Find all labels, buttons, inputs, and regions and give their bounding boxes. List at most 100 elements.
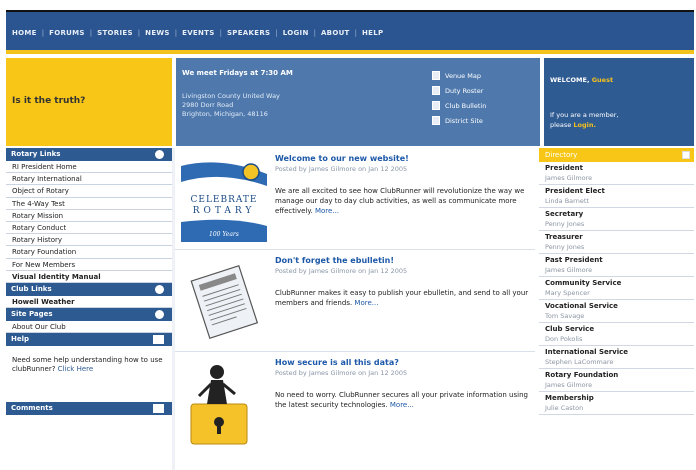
sidebar-item-about-our-club[interactable]: About Our Club <box>6 321 172 334</box>
post-title[interactable]: Welcome to our new website! <box>275 154 409 163</box>
nav-forums[interactable]: FORUMS <box>49 29 85 37</box>
nav-speakers[interactable]: SPEAKERS <box>227 29 270 37</box>
district-site-link[interactable]: District Site <box>432 113 486 128</box>
comments-header[interactable]: Comments <box>6 402 172 416</box>
main-content: CELEBRATE ROTARY 100 Years Welcome to ou… <box>175 148 535 470</box>
directory-role: Secretary <box>545 210 584 218</box>
directory-role: International Service <box>545 348 629 356</box>
collapse-icon[interactable] <box>155 150 164 159</box>
read-more-link[interactable]: More... <box>390 401 414 409</box>
nav-home[interactable]: HOME <box>12 29 37 37</box>
tagline-panel: Is it the truth? <box>6 58 172 146</box>
post-text: ClubRunner makes it easy to publish your… <box>275 289 529 307</box>
directory-member-name: Penny Jones <box>545 220 585 228</box>
sidebar-item-rotary-link[interactable]: For New Members <box>6 259 172 271</box>
help-icon[interactable] <box>153 335 164 345</box>
news-post: CELEBRATE ROTARY 100 Years Welcome to ou… <box>175 148 535 250</box>
section-title: Club Links <box>11 284 52 293</box>
collapse-icon[interactable] <box>155 310 164 320</box>
login-link[interactable]: Login. <box>573 121 596 129</box>
sidebar-item-howell-weather[interactable]: Howell Weather <box>6 296 172 309</box>
directory-entry[interactable]: Membership Julie Caston <box>539 392 694 415</box>
celebrate-rotary-image: CELEBRATE ROTARY 100 Years <box>181 162 267 242</box>
nav-help[interactable]: HELP <box>362 29 383 37</box>
sidebar-item-rotary-link[interactable]: Object of Rotary <box>6 185 172 198</box>
directory-panel: Directory President James Gilmore Presiden… <box>539 148 694 470</box>
sidebar-item-rotary-link[interactable]: Rotary International <box>6 173 172 186</box>
directory-entry[interactable]: President James Gilmore <box>539 162 694 185</box>
nav-separator: | <box>275 29 278 37</box>
directory-member-name: Don Pokolis <box>545 335 583 343</box>
read-more-link[interactable]: More... <box>315 207 339 215</box>
directory-entry[interactable]: International Service Stephen LaCommare <box>539 346 694 369</box>
directory-header: Directory <box>539 148 694 162</box>
directory-entry[interactable]: President Elect Linda Barnett <box>539 185 694 208</box>
section-title: Rotary Links <box>11 150 61 158</box>
newspaper-icon <box>190 264 259 339</box>
sidebar-item-rotary-link[interactable]: Rotary Conduct <box>6 222 172 235</box>
sidebar-item-rotary-link[interactable]: The 4-Way Test <box>6 198 172 210</box>
directory-entry[interactable]: Past President James Gilmore <box>539 254 694 277</box>
left-sidebar: Rotary Links RI President Home Rotary Int… <box>6 148 172 470</box>
section-title: Comments <box>11 404 53 413</box>
club-bulletin-link[interactable]: Club Bulletin <box>432 98 486 113</box>
nav-links: HOME | FORUMS | STORIES | NEWS | EVENTS | SPE… <box>12 27 383 39</box>
sidebar-item-rotary-link[interactable]: Rotary Mission <box>6 210 172 222</box>
meeting-panel: We meet Fridays at 7:30 AM Livingston Co… <box>176 58 540 146</box>
directory-entry[interactable]: Secretary Penny Jones <box>539 208 694 231</box>
welcome-panel: WELCOME, Guest If you are a member, plea… <box>544 58 694 146</box>
address-line: Livingston County United Way <box>182 92 280 100</box>
nav-stories[interactable]: STORIES <box>97 29 133 37</box>
post-byline: Posted by James Gilmore on Jan 12 2005 <box>275 369 408 377</box>
post-title[interactable]: Don't forget the ebulletin! <box>275 256 394 265</box>
expand-icon[interactable] <box>682 151 690 159</box>
sidebar-item-rotary-link[interactable]: Rotary History <box>6 234 172 247</box>
club-links-header[interactable]: Club Links <box>6 282 172 296</box>
nav-login[interactable]: LOGIN <box>283 29 309 37</box>
collapse-icon[interactable] <box>155 284 164 294</box>
directory-member-name: Stephen LaCommare <box>545 358 614 366</box>
directory-member-name: Julie Caston <box>545 404 584 412</box>
duty-roster-link[interactable]: Duty Roster <box>432 83 486 98</box>
nav-news[interactable]: NEWS <box>145 29 170 37</box>
directory-entry[interactable]: Treasurer Penny Jones <box>539 231 694 254</box>
nav-about[interactable]: ABOUT <box>321 29 350 37</box>
directory-entry[interactable]: Club Service Don Pokolis <box>539 323 694 346</box>
address-line: 2980 Dorr Road <box>182 101 234 109</box>
help-header[interactable]: Help <box>6 333 172 347</box>
directory-member-name: Mary Spencer <box>545 289 590 297</box>
building-icon <box>432 116 440 125</box>
directory-member-name: James Gilmore <box>545 174 593 182</box>
directory-role: Rotary Foundation <box>545 371 619 379</box>
site-pages-header[interactable]: Site Pages <box>6 308 172 322</box>
quick-link-label: Duty Roster <box>445 86 484 95</box>
directory-member-name: James Gilmore <box>545 381 593 389</box>
directory-list: President James Gilmore President Elect Lin… <box>539 162 694 415</box>
directory-entry[interactable]: Community Service Mary Spencer <box>539 277 694 300</box>
celebrate-text: CELEBRATE <box>191 195 258 205</box>
read-more-link[interactable]: More... <box>354 299 378 307</box>
nav-events[interactable]: EVENTS <box>182 29 214 37</box>
sidebar-item-rotary-link[interactable]: Visual Identity Manual <box>6 271 172 283</box>
post-body: ClubRunner makes it easy to publish your… <box>275 288 531 308</box>
directory-role: Past President <box>545 256 603 264</box>
post-text: We are all excited to see how ClubRunner… <box>275 187 525 215</box>
tagline: Is it the truth? <box>12 96 86 106</box>
safe-figure-icon <box>190 365 248 445</box>
comment-icon[interactable] <box>153 404 164 414</box>
nav-separator: | <box>219 29 222 37</box>
nav-separator: | <box>41 29 45 37</box>
quick-links: Venue Map Duty Roster Club Bulletin Dist… <box>432 68 486 128</box>
rotary-links-header[interactable]: Rotary Links <box>6 148 172 161</box>
directory-entry[interactable]: Rotary Foundation James Gilmore <box>539 369 694 392</box>
directory-role: Community Service <box>545 279 622 287</box>
sidebar-item-rotary-link[interactable]: RI President Home <box>6 161 172 174</box>
sidebar-item-rotary-link[interactable]: Rotary Foundation <box>6 246 172 259</box>
directory-entry[interactable]: Vocational Service Tom Savage <box>539 300 694 323</box>
member-prompt: If you are a member, <box>550 111 619 119</box>
directory-member-name: Tom Savage <box>545 312 585 320</box>
welcome-label: WELCOME, <box>550 76 590 84</box>
venue-map-link[interactable]: Venue Map <box>432 68 486 83</box>
post-title[interactable]: How secure is all this data? <box>275 358 399 367</box>
help-link[interactable]: Click Here <box>58 365 94 373</box>
